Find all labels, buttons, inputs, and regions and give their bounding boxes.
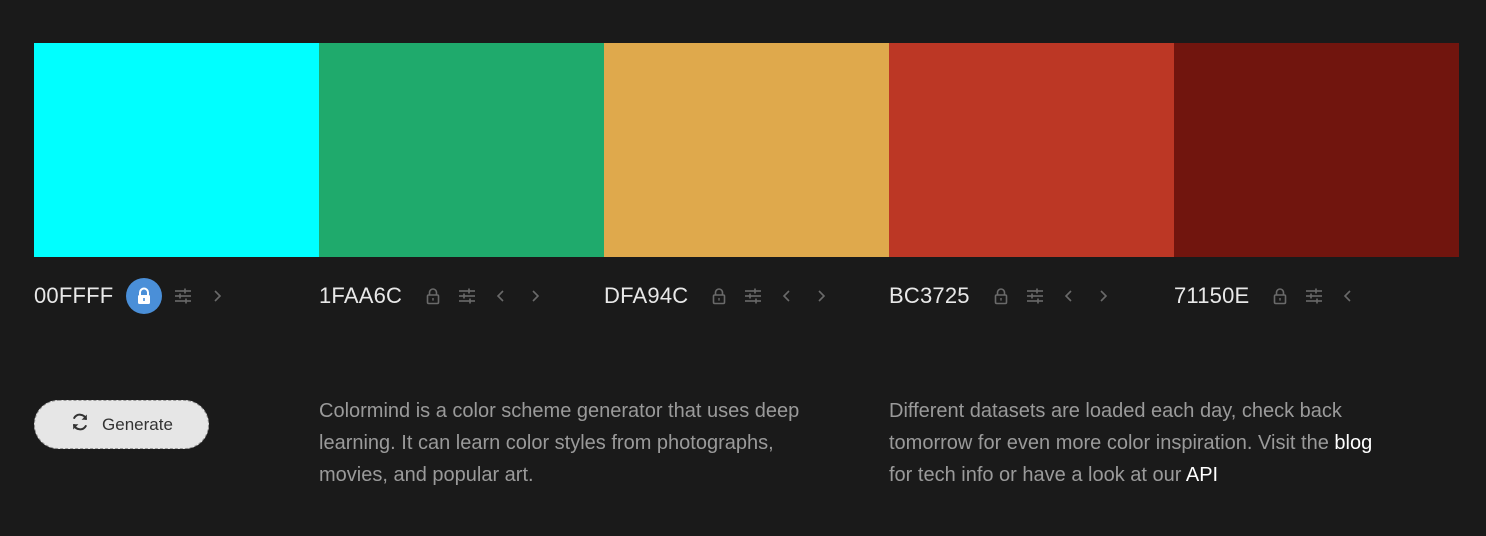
info-text-part: for tech info or have a look at our [889, 464, 1186, 486]
swatch-controls-1: 00FFFF [34, 276, 319, 316]
chevron-right-icon[interactable] [518, 279, 552, 313]
lock-icon[interactable] [702, 279, 736, 313]
chevron-right-icon[interactable] [1086, 279, 1120, 313]
lock-icon[interactable] [126, 278, 163, 314]
swatch-2[interactable] [319, 43, 604, 257]
chevron-right-icon[interactable] [200, 279, 234, 313]
swatch-1[interactable] [34, 43, 319, 257]
info-text-part: Different datasets are loaded each day, … [889, 400, 1342, 454]
sliders-icon[interactable] [1297, 279, 1331, 313]
sliders-icon[interactable] [166, 279, 200, 313]
about-text: Colormind is a color scheme generator th… [319, 400, 800, 486]
hex-code[interactable]: 00FFFF [34, 283, 113, 309]
refresh-icon [70, 412, 90, 437]
hex-code[interactable]: 71150E [1174, 283, 1249, 309]
chevron-left-icon[interactable] [1331, 279, 1365, 313]
swatch-controls-2: 1FAA6C [319, 276, 604, 316]
lock-icon[interactable] [416, 279, 450, 313]
lock-icon[interactable] [984, 279, 1018, 313]
sliders-icon[interactable] [1018, 279, 1052, 313]
swatch-controls-3: DFA94C [604, 276, 889, 316]
swatch-controls-row: 00FFFF 1FAA6C DFA94C BC3725 71150E [34, 276, 1459, 316]
chevron-left-icon[interactable] [1052, 279, 1086, 313]
info-text: Different datasets are loaded each day, … [889, 395, 1389, 491]
swatch-controls-4: BC3725 [889, 276, 1174, 316]
swatch-5[interactable] [1174, 43, 1459, 257]
hex-code[interactable]: BC3725 [889, 283, 970, 309]
chevron-left-icon[interactable] [770, 279, 804, 313]
generate-label: Generate [102, 414, 173, 434]
sliders-icon[interactable] [450, 279, 484, 313]
hex-code[interactable]: DFA94C [604, 283, 688, 309]
swatch-controls-5: 71150E [1174, 276, 1459, 316]
chevron-right-icon[interactable] [804, 279, 838, 313]
palette [34, 43, 1459, 257]
lock-icon[interactable] [1263, 279, 1297, 313]
generate-button[interactable]: Generate [34, 400, 209, 449]
swatch-4[interactable] [889, 43, 1174, 257]
hex-code[interactable]: 1FAA6C [319, 283, 402, 309]
blog-link[interactable]: blog [1334, 432, 1372, 454]
swatch-3[interactable] [604, 43, 889, 257]
chevron-left-icon[interactable] [484, 279, 518, 313]
sliders-icon[interactable] [736, 279, 770, 313]
api-link[interactable]: API [1186, 464, 1218, 486]
